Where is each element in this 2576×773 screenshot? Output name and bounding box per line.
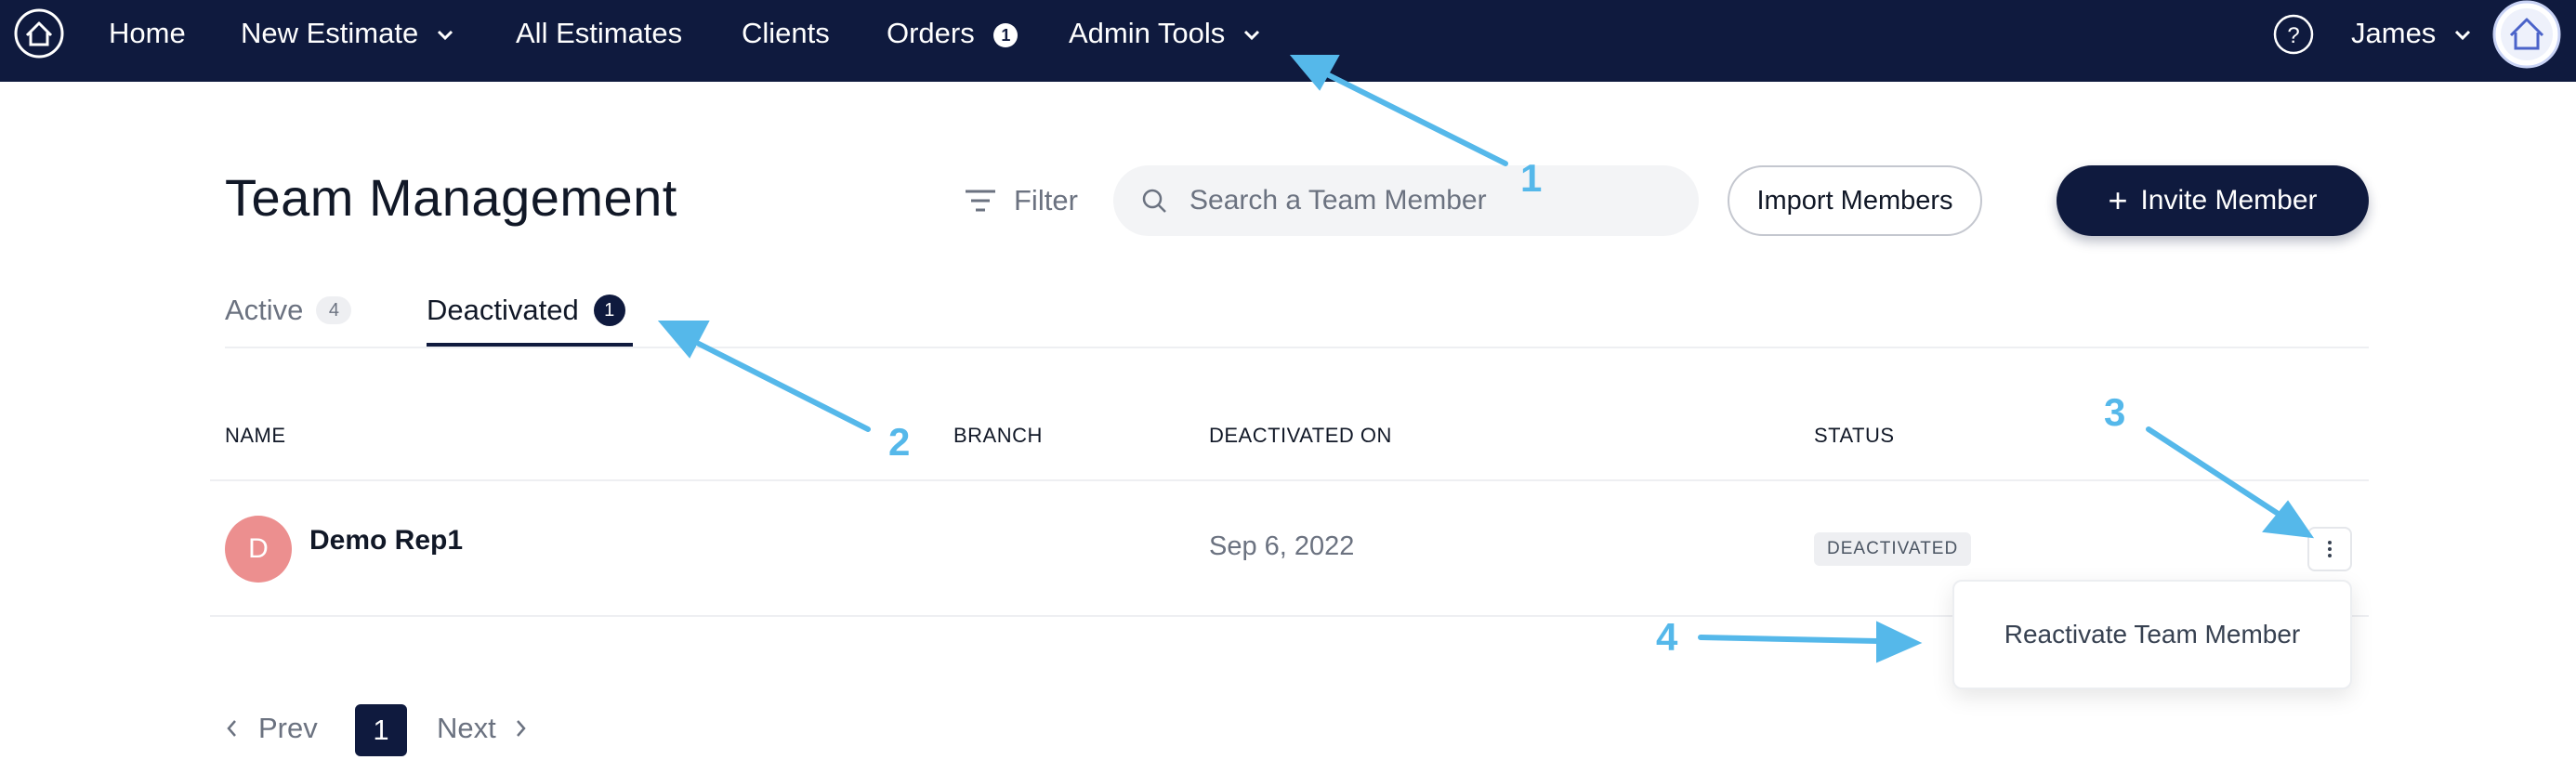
annotation-label-4: 4	[1656, 615, 1678, 659]
annotation-label-1: 1	[1520, 156, 1543, 200]
annotation-arrows	[657, 55, 2315, 663]
annotation-label-2: 2	[888, 420, 911, 464]
annotation-label-3: 3	[2104, 390, 2126, 434]
